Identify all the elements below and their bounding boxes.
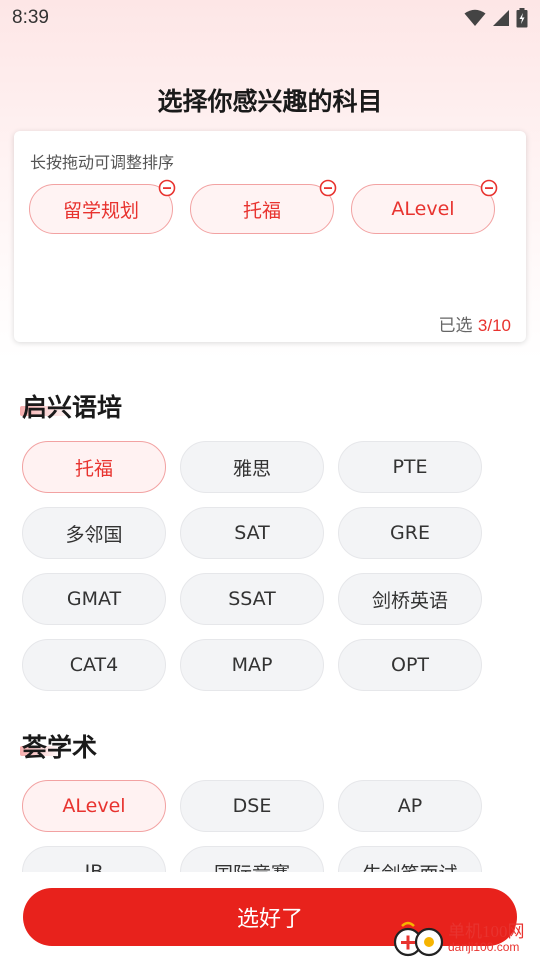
subject-chip[interactable]: AP — [338, 780, 482, 832]
selected-chip[interactable]: ALevel — [351, 179, 498, 234]
battery-icon — [516, 8, 528, 28]
signal-icon — [492, 9, 510, 27]
section-title: 荟学术 — [22, 733, 98, 762]
selected-count-value: 3/10 — [477, 316, 511, 335]
watermark-line2: danji100.com — [448, 939, 520, 954]
remove-icon[interactable] — [158, 179, 176, 197]
watermark: 单机100网 danji100.com — [392, 916, 540, 960]
subject-chip[interactable]: SSAT — [180, 573, 324, 625]
subject-chip[interactable]: CAT4 — [22, 639, 166, 691]
subject-chip[interactable]: PTE — [338, 441, 482, 493]
wifi-icon — [464, 9, 486, 27]
selected-chip[interactable]: 留学规划 — [29, 179, 176, 234]
subject-chip[interactable]: 多邻国 — [22, 507, 166, 559]
remove-icon[interactable] — [319, 179, 337, 197]
reorder-hint: 长按拖动可调整排序 — [30, 153, 175, 172]
subject-chip[interactable]: GMAT — [22, 573, 166, 625]
selected-count-label: 已选 — [438, 316, 473, 336]
subject-chip[interactable]: GRE — [338, 507, 482, 559]
page-title: 选择你感兴趣的科目 — [157, 87, 383, 116]
subject-chip[interactable]: 剑桥英语 — [338, 573, 482, 625]
selected-chip-label: 留学规划 — [62, 199, 139, 222]
status-time: 8:39 — [12, 7, 49, 28]
subject-chip[interactable]: DSE — [180, 780, 324, 832]
selected-chip[interactable]: 托福 — [190, 179, 337, 234]
section-title: 启兴语培 — [22, 393, 123, 422]
selected-count: 已选 3/10 — [439, 311, 512, 336]
subject-chip[interactable]: ALevel — [22, 780, 166, 832]
selected-chip-label: ALevel — [391, 198, 455, 220]
status-icons — [464, 8, 528, 28]
subject-chip[interactable]: MAP — [180, 639, 324, 691]
subject-chip[interactable]: 雅思 — [180, 441, 324, 493]
status-bar: 8:39 — [0, 0, 540, 36]
subject-chip[interactable]: SAT — [180, 507, 324, 559]
selected-subjects-card: 长按拖动可调整排序 留学规划 托福 ALevel 已选 3/10 — [14, 131, 526, 342]
watermark-text: 单机100网 danji100.com — [448, 921, 525, 954]
subject-chip[interactable]: OPT — [338, 639, 482, 691]
subject-chip[interactable]: 托福 — [22, 441, 166, 493]
remove-icon[interactable] — [480, 179, 498, 197]
watermark-logo-icon — [393, 921, 444, 957]
watermark-line1: 单机100网 — [448, 921, 525, 941]
selected-chip-label: 托福 — [242, 199, 281, 222]
